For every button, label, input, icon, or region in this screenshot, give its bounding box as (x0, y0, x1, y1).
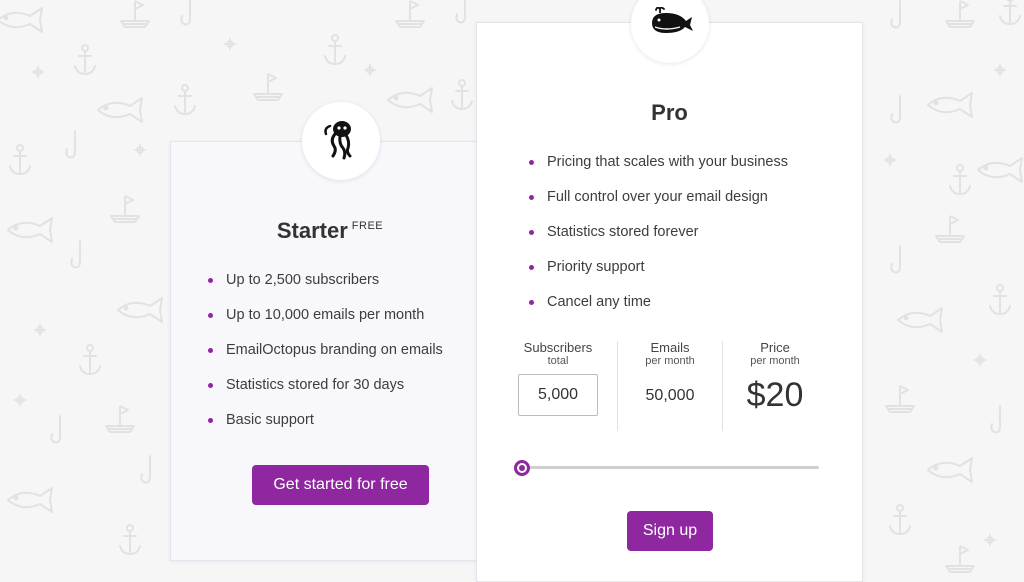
subscribers-column: Subscribers total (501, 341, 615, 431)
subscribers-slider[interactable] (514, 460, 819, 476)
starter-title: Starter FREE (171, 218, 489, 244)
slider-track[interactable] (518, 466, 819, 469)
price-column: Price per month $20 (722, 341, 827, 431)
starter-plan-card: Starter FREE Up to 2,500 subscribers Up t… (170, 102, 490, 561)
emails-column: Emails per month 50,000 (617, 341, 722, 431)
emails-sublabel: per month (645, 355, 695, 367)
price-value: $20 (746, 376, 804, 414)
price-label: Price (760, 340, 790, 355)
pro-feature-item: Statistics stored forever (529, 222, 788, 257)
starter-feature-item: Statistics stored for 30 days (208, 375, 443, 410)
get-started-free-button[interactable]: Get started for free (252, 465, 429, 505)
price-sublabel: per month (750, 355, 800, 367)
sign-up-button[interactable]: Sign up (627, 511, 713, 551)
pro-feature-item: Full control over your email design (529, 187, 788, 222)
pro-title: Pro (651, 100, 688, 125)
pro-feature-item: Priority support (529, 257, 788, 292)
subscribers-label: Subscribers (523, 340, 593, 355)
starter-title-text: Starter (276, 218, 348, 243)
whale-icon (646, 6, 694, 42)
starter-feature-list: Up to 2,500 subscribers Up to 10,000 ema… (208, 270, 443, 445)
emails-value: 50,000 (645, 387, 695, 404)
starter-free-tag: FREE (351, 220, 384, 232)
starter-badge (302, 102, 380, 180)
pro-feature-item: Cancel any time (529, 292, 788, 327)
pro-feature-item: Pricing that scales with your business (529, 152, 788, 187)
subscribers-sublabel: total (547, 355, 569, 367)
subscribers-input[interactable] (518, 374, 598, 416)
starter-feature-item: Basic support (208, 410, 443, 445)
starter-feature-item: EmailOctopus branding on emails (208, 340, 443, 375)
pro-feature-list: Pricing that scales with your business F… (529, 152, 788, 327)
starter-feature-item: Up to 2,500 subscribers (208, 270, 443, 305)
slider-thumb[interactable] (514, 460, 530, 476)
pricing-calculator: Subscribers total Emails per month 50,00… (501, 341, 841, 431)
emails-label: Emails (650, 340, 690, 355)
pro-badge (631, 0, 709, 63)
octopus-icon (322, 118, 360, 165)
pro-plan-card: Pro Pricing that scales with your busine… (476, 0, 863, 582)
starter-feature-item: Up to 10,000 emails per month (208, 305, 443, 340)
